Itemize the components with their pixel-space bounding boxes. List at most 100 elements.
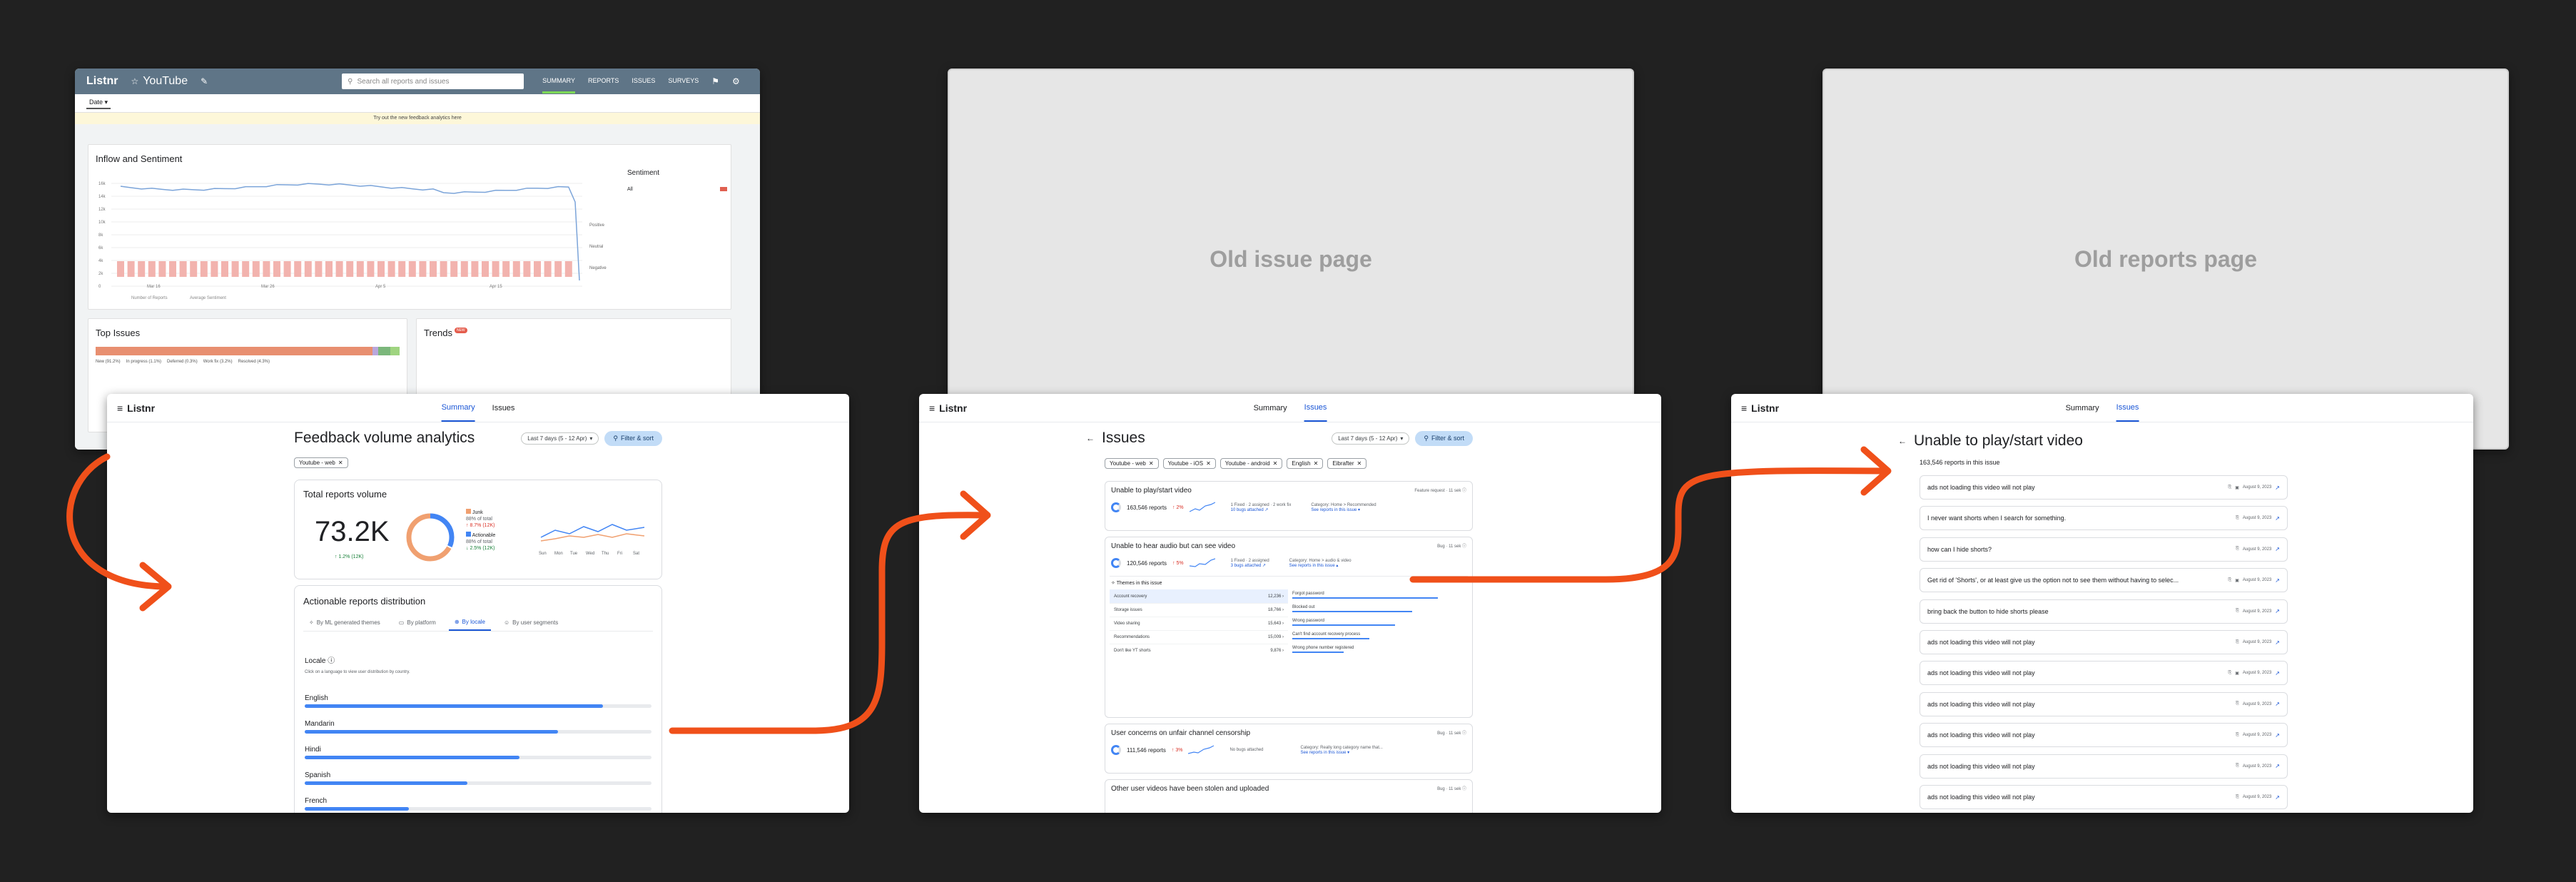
issue-card-3[interactable]: User concerns on unfair channel censorsh…	[1105, 724, 1473, 774]
tab-platform[interactable]: ▭ By platform	[393, 614, 442, 631]
theme-row[interactable]: Video sharing 15,643 ›	[1110, 617, 1288, 630]
theme-name: Don't like YT shorts	[1114, 649, 1151, 653]
feedback-icon[interactable]: ⚑	[711, 76, 719, 86]
close-icon: ✕	[1206, 460, 1211, 467]
see-reports-link[interactable]: See reports in this issue ▾	[1311, 507, 1376, 512]
old-project-name[interactable]: YouTube	[143, 75, 188, 88]
subtheme-row[interactable]: Can't find account recovery process	[1292, 630, 1464, 644]
old-search-input[interactable]: ⚲ Search all reports and issues	[342, 74, 524, 89]
chip-youtube-android[interactable]: Youtube - android ✕	[1219, 458, 1283, 469]
open-external-icon[interactable]: ↗	[2275, 670, 2280, 676]
theme-row[interactable]: Recommendations 15,009 ›	[1110, 630, 1288, 644]
open-external-icon[interactable]: ↗	[2275, 701, 2280, 707]
old-banner[interactable]: Try out the new feedback analytics here	[75, 113, 760, 124]
old-nav-issues[interactable]: ISSUES	[632, 70, 655, 93]
old-nav-summary[interactable]: SUMMARY	[542, 70, 575, 93]
tab-locale[interactable]: ⊕ By locale	[448, 614, 491, 631]
back-arrow-icon[interactable]: ←	[1086, 433, 1095, 443]
tab-summary[interactable]: Summary	[2066, 395, 2099, 421]
open-external-icon[interactable]: ↗	[2275, 485, 2280, 491]
tab-issues[interactable]: Issues	[2116, 395, 2139, 422]
see-reports-link[interactable]: See reports in this issue ▴	[1289, 563, 1352, 568]
app-name[interactable]: Listnr	[939, 402, 967, 414]
see-reports-link[interactable]: See reports in this issue ▾	[1300, 750, 1382, 755]
bugs-attached-link[interactable]: 10 bugs attached ↗	[1231, 507, 1292, 512]
bugs-attached-link[interactable]: 3 bugs attached ↗	[1231, 563, 1269, 568]
open-external-icon[interactable]: ↗	[2275, 546, 2280, 552]
filter-chip[interactable]: Youtube - web ✕	[294, 457, 348, 468]
theme-row[interactable]: Storage issues 18,766 ›	[1110, 603, 1288, 617]
star-icon[interactable]: ☆	[131, 76, 138, 86]
report-row[interactable]: ads not loading this video will not play…	[1920, 661, 2288, 686]
menu-icon[interactable]: ≡	[1741, 402, 1747, 414]
tab-summary[interactable]: Summary	[441, 395, 475, 422]
sentiment-all[interactable]: All	[627, 187, 633, 192]
subtheme-row[interactable]: Wrong phone number registered	[1292, 644, 1464, 657]
issue-card-4[interactable]: Other user videos have been stolen and u…	[1105, 779, 1473, 813]
bugs-none: No bugs attached	[1229, 748, 1264, 752]
report-row[interactable]: I never want shorts when I search for so…	[1920, 506, 2288, 531]
summary-page: ≡ Listnr Summary Issues Feedback volume a…	[107, 394, 849, 813]
chip-youtube-ios[interactable]: Youtube - iOS ✕	[1162, 458, 1216, 469]
filter-sort-button[interactable]: ⚲ Filter & sort	[1415, 430, 1473, 446]
menu-icon[interactable]: ≡	[117, 402, 123, 414]
open-external-icon[interactable]: ↗	[2275, 639, 2280, 646]
old-app-name[interactable]: Listnr	[86, 75, 118, 88]
report-row[interactable]: ads not loading this video will not play…	[1920, 785, 2288, 809]
open-external-icon[interactable]: ↗	[2275, 515, 2280, 522]
date-filter[interactable]: Date ▾	[86, 97, 111, 109]
locale-hint: Click on a language to view user distrib…	[305, 670, 410, 674]
open-external-icon[interactable]: ↗	[2275, 763, 2280, 769]
locale-row[interactable]: Hindi	[305, 746, 651, 759]
old-nav-reports[interactable]: REPORTS	[588, 70, 619, 93]
edit-icon[interactable]: ✎	[201, 76, 208, 86]
date-range-dropdown[interactable]: Last 7 days (5 - 12 Apr) ▾	[1332, 432, 1410, 445]
chip-youtube-web[interactable]: Youtube - web ✕	[1105, 458, 1159, 469]
report-row[interactable]: ads not loading this video will not play…	[1920, 475, 2288, 500]
tab-user-segments[interactable]: ☺ By user segments	[498, 614, 564, 631]
chip-eibrafter[interactable]: Eibrafter ✕	[1327, 458, 1367, 469]
locale-row[interactable]: French	[305, 797, 651, 811]
locale-row[interactable]: Mandarin	[305, 720, 651, 734]
back-arrow-icon[interactable]: ←	[1898, 436, 1907, 446]
tab-summary[interactable]: Summary	[1254, 395, 1287, 421]
locale-row[interactable]: English	[305, 694, 651, 708]
theme-row[interactable]: Account recovery 12,236 ›	[1110, 589, 1288, 603]
distribution-title: Actionable reports distribution	[303, 596, 426, 607]
filter-sort-button[interactable]: ⚲ Filter & sort	[604, 430, 662, 446]
open-external-icon[interactable]: ↗	[2275, 732, 2280, 739]
theme-row[interactable]: Don't like YT shorts 9,876 ›	[1110, 644, 1288, 657]
theme-name: Recommendations	[1114, 635, 1150, 639]
subtheme-row[interactable]: Blocked out	[1292, 603, 1464, 617]
subtheme-row[interactable]: Wrong password	[1292, 617, 1464, 630]
open-external-icon[interactable]: ↗	[2275, 577, 2280, 584]
issue-card-1[interactable]: Unable to play/start video Feature reque…	[1105, 481, 1473, 531]
theme-count: 18,766 ›	[1267, 608, 1284, 612]
tab-issues[interactable]: Issues	[492, 395, 515, 421]
report-row[interactable]: how can I hide shorts? ⎘ August 9, 2023 ↗	[1920, 537, 2288, 562]
locale-row[interactable]: Spanish	[305, 771, 651, 785]
themes-header[interactable]: ✧ Themes in this issue ⌃	[1110, 576, 1468, 589]
chip-english[interactable]: English ✕	[1287, 458, 1324, 469]
sparkline	[1189, 502, 1215, 512]
app-name[interactable]: Listnr	[1751, 402, 1779, 414]
report-row[interactable]: Get rid of 'Shorts', or at least give us…	[1920, 568, 2288, 593]
open-external-icon[interactable]: ↗	[2275, 794, 2280, 801]
report-row[interactable]: ads not loading this video will not play…	[1920, 754, 2288, 779]
date-range-dropdown[interactable]: Last 7 days (5 - 12 Apr) ▾	[521, 432, 599, 445]
tab-ml-themes[interactable]: ✧ By ML generated themes	[303, 614, 386, 631]
report-row[interactable]: ads not loading this video will not play…	[1920, 723, 2288, 748]
app-name[interactable]: Listnr	[127, 402, 155, 414]
report-row[interactable]: ads not loading this video will not play…	[1920, 630, 2288, 654]
report-row[interactable]: bring back the button to hide shorts ple…	[1920, 599, 2288, 624]
junk-legend: Junk 88% of total ↑ 8.7% (12K) Actionabl…	[466, 509, 495, 552]
old-nav-surveys[interactable]: SURVEYS	[668, 70, 699, 93]
subtheme-row[interactable]: Forgot password	[1292, 589, 1464, 603]
open-external-icon[interactable]: ↗	[2275, 608, 2280, 614]
tab-issues[interactable]: Issues	[1304, 395, 1327, 422]
gear-icon[interactable]: ⚙	[732, 76, 740, 86]
legend-deferred: Deferred (0.3%)	[167, 360, 198, 364]
report-row[interactable]: ads not loading this video will not play…	[1920, 691, 2288, 716]
menu-icon[interactable]: ≡	[929, 402, 935, 414]
issue-card-2[interactable]: Unable to hear audio but can see video B…	[1105, 537, 1473, 718]
